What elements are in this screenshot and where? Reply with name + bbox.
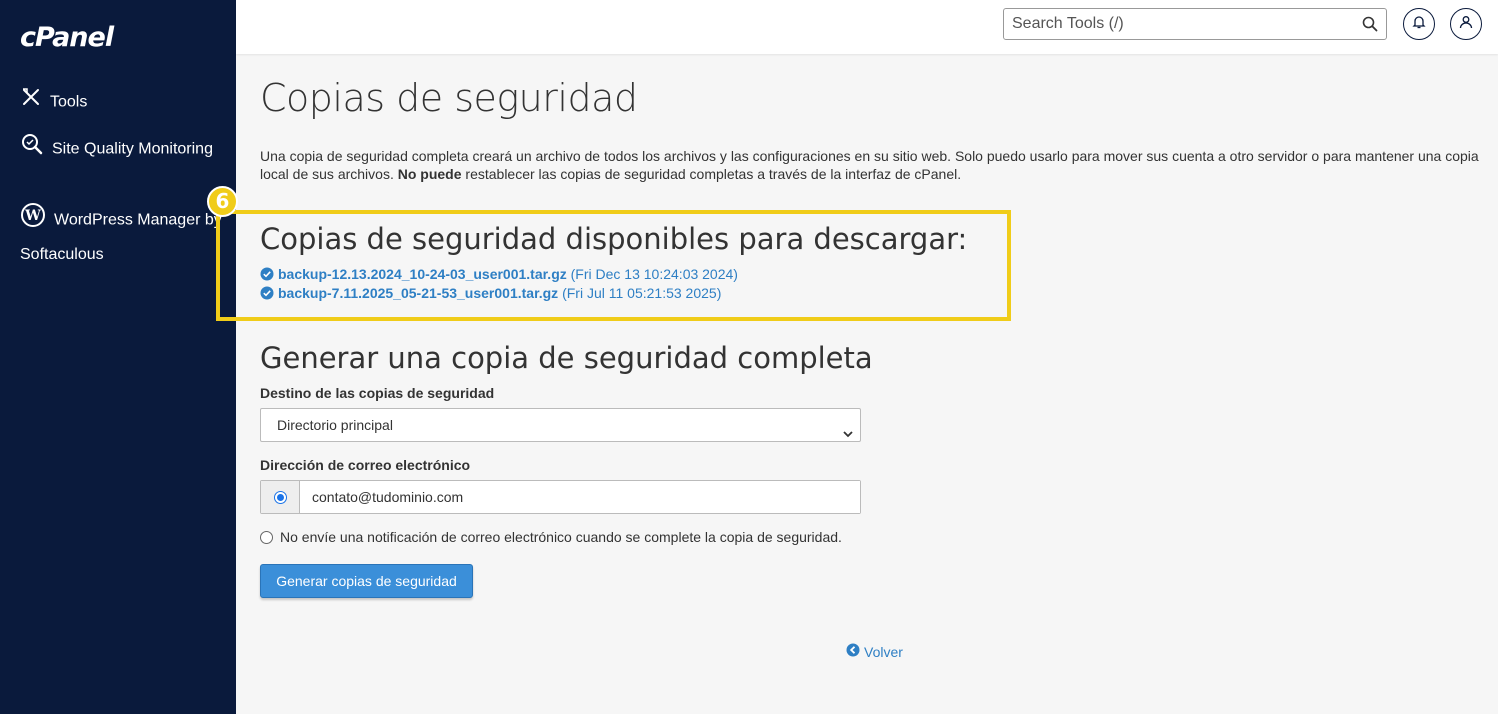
step-badge: 6 — [207, 186, 238, 217]
sidebar-item-label: Tools — [50, 93, 88, 111]
backup-list-item: backup-7.11.2025_05-21-53_user001.tar.gz… — [260, 284, 721, 304]
generate-heading: Generar una copia de seguridad completa — [260, 341, 873, 375]
sidebar: cPanel Tools Site Quality Monitoring W W… — [0, 0, 236, 714]
chevron-down-icon — [842, 419, 854, 451]
search-input[interactable] — [1004, 9, 1344, 39]
notifications-button[interactable] — [1403, 8, 1435, 40]
cpanel-logo[interactable]: cPanel — [20, 22, 114, 53]
user-icon — [1459, 15, 1473, 34]
back-link-label: Volver — [864, 643, 903, 660]
backup-list-item: backup-12.13.2024_10-24-03_user001.tar.g… — [260, 265, 738, 285]
downloads-heading: Copias de seguridad disponibles para des… — [260, 222, 968, 256]
email-label: Dirección de correo electrónico — [260, 457, 471, 473]
search-quality-icon — [20, 132, 44, 167]
email-input-group — [260, 480, 861, 514]
email-radio-addon — [261, 481, 300, 513]
backup-download-link[interactable]: backup-7.11.2025_05-21-53_user001.tar.gz — [278, 285, 558, 301]
destination-selected-value: Directorio principal — [277, 417, 393, 433]
search-tools-box[interactable] — [1003, 8, 1387, 40]
arrow-left-circle-icon — [846, 643, 860, 660]
top-header — [236, 0, 1498, 54]
email-notify-radio[interactable] — [273, 490, 287, 504]
check-circle-icon — [260, 267, 274, 285]
sidebar-item-site-quality-monitoring[interactable]: Site Quality Monitoring — [20, 132, 220, 167]
no-notify-option[interactable]: No envíe una notificación de correo elec… — [260, 529, 842, 545]
no-notify-radio[interactable] — [260, 530, 273, 544]
svg-text:W: W — [24, 208, 41, 224]
destination-select[interactable]: Directorio principal — [260, 408, 861, 442]
search-icon[interactable] — [1362, 16, 1378, 37]
check-circle-icon — [260, 286, 274, 304]
page-description: Una copia de seguridad completa creará u… — [260, 147, 1480, 183]
sidebar-item-wordpress-manager[interactable]: W WordPress Manager by Softaculous — [20, 202, 230, 270]
back-link[interactable]: Volver — [846, 643, 903, 660]
description-emphasis: No puede — [397, 166, 462, 182]
backup-date: (Fri Dec 13 10:24:03 2024) — [570, 266, 738, 282]
backup-download-link[interactable]: backup-12.13.2024_10-24-03_user001.tar.g… — [278, 266, 567, 282]
generate-backup-button[interactable]: Generar copias de seguridad — [260, 564, 473, 598]
page-title: Copias de seguridad — [260, 76, 638, 120]
no-notify-label: No envíe una notificación de correo elec… — [280, 529, 842, 545]
sidebar-item-label: WordPress Manager by Softaculous — [20, 211, 222, 263]
backup-date: (Fri Jul 11 05:21:53 2025) — [562, 285, 722, 301]
description-text-end: restablecer las copias de seguridad comp… — [461, 166, 962, 182]
email-field[interactable] — [300, 481, 860, 513]
sidebar-item-tools[interactable]: Tools — [20, 86, 87, 119]
wordpress-icon: W — [20, 202, 46, 239]
bell-icon — [1412, 15, 1426, 34]
sidebar-item-label: Site Quality Monitoring — [52, 140, 213, 158]
tools-icon — [20, 86, 42, 119]
destination-label: Destino de las copias de seguridad — [260, 385, 495, 401]
user-menu-button[interactable] — [1450, 8, 1482, 40]
